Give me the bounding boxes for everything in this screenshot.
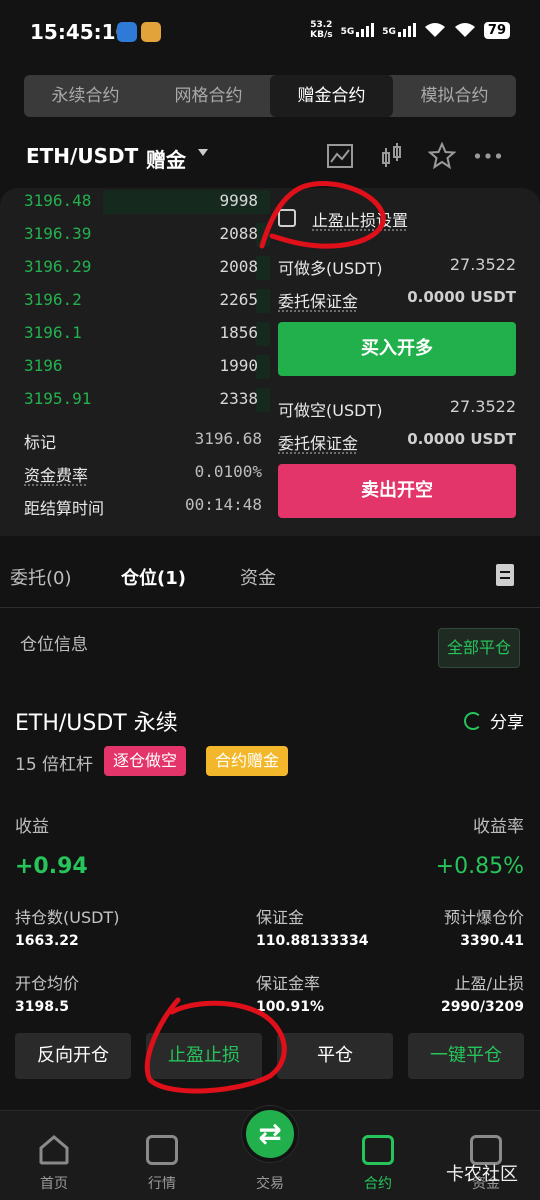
close-all-button[interactable]: 全部平仓 [438,628,520,668]
position-info-label: 仓位信息 [20,635,88,655]
tab-perpetual[interactable]: 永续合约 [24,75,147,117]
margin-value: 110.88133334 [256,933,369,949]
roe-value: +0.85% [435,854,524,879]
order-book-row[interactable]: 3196.2 2265 [0,285,270,317]
liq-price-value: 3390.41 [460,933,524,949]
depth-bar [256,256,270,280]
depth-bar [256,223,270,247]
net-speed: 53.2 KB/s [310,20,333,40]
depth-bar [256,322,270,346]
depth-bar [256,355,270,379]
status-bar: 15:45:10 53.2 KB/s 5G 5G 79 [0,0,540,66]
tp-sl-values-label: 止盈/止损 [454,974,524,993]
roe-label: 收益率 [473,817,524,837]
margin-label: 保证金 [256,908,305,927]
entry-price-value: 3198.5 [15,999,70,1015]
document-icon[interactable] [496,564,514,586]
candlestick-icon[interactable] [378,142,406,170]
pair-mode[interactable]: 赠金 [146,144,186,173]
quick-close-button[interactable]: 一键平仓 [408,1033,524,1079]
order-tabs: 委托(0) 仓位(1) 资金 [0,552,540,608]
contract-icon [362,1135,394,1165]
order-book-row[interactable]: 3196.39 2088 [0,219,270,251]
entry-price-label: 开仓均价 [15,974,80,993]
mode-tag: 逐仓做空 [104,746,187,776]
settlement-time-row: 距结算时间 00:14:48 [24,495,262,518]
pnl-label: 收益 [15,817,49,837]
funding-rate-row[interactable]: 资金费率 0.0100% [24,459,262,487]
star-icon[interactable] [428,142,456,170]
caret-down-icon[interactable] [198,149,208,156]
tp-sl-values: 2990/3209 [440,999,524,1015]
tp-sl-label[interactable]: 止盈止损设置 [312,207,408,231]
status-indicators: 53.2 KB/s 5G 5G 79 [310,20,510,40]
weibo-notification-icon [141,22,161,42]
order-book-row[interactable]: 3196.29 2008 [0,252,270,284]
long-available-row: 可做多(USDT) 27.3522 [278,255,516,278]
nav-funds[interactable]: 资金 [432,1111,540,1200]
tab-orders[interactable]: 委托(0) [10,564,72,590]
position-title: ETH/USDT 永续 [15,711,178,736]
size-value: 1663.22 [15,933,79,949]
pair-name[interactable]: ETH/USDT [26,144,138,168]
app-notification-icon [117,22,137,42]
more-icon[interactable] [474,142,502,170]
order-book-row[interactable]: 3196.48 9998 [0,186,270,218]
share-button[interactable]: 分享 [464,708,524,733]
tab-demo[interactable]: 模拟合约 [393,75,516,117]
leverage-label: 15 倍杠杆 [15,755,94,775]
contract-type-tabs: 永续合约 网格合约 赠金合约 模拟合约 [24,75,516,117]
chart-icon[interactable] [326,142,354,170]
share-icon [464,711,482,730]
battery-icon: 79 [483,21,510,39]
nav-market[interactable]: 行情 [108,1111,216,1200]
order-book-row[interactable]: 3196 1990 [0,351,270,383]
tp-sl-checkbox[interactable] [278,209,296,227]
tp-sl-button[interactable]: 止盈止损 [146,1033,262,1079]
tab-bonus[interactable]: 赠金合约 [270,75,393,117]
status-time: 15:45:10 [30,20,130,44]
tab-grid[interactable]: 网格合约 [147,75,270,117]
nav-contract[interactable]: 合约 [324,1111,432,1200]
tab-funds[interactable]: 资金 [240,564,276,590]
pair-header: ETH/USDT 赠金 [26,140,516,172]
pnl-value: +0.94 [15,854,88,879]
signal-icon: 5G [341,23,375,37]
short-available-row: 可做空(USDT) 27.3522 [278,397,516,420]
order-book-row[interactable]: 3196.1 1856 [0,318,270,350]
long-margin-row: 委托保证金 0.0000 USDT [278,288,516,311]
swap-icon[interactable]: ⇄ [242,1106,298,1162]
size-label: 持仓数(USDT) [15,908,120,927]
close-position-button[interactable]: 平仓 [277,1033,393,1079]
home-icon [39,1135,69,1165]
margin-ratio-value: 100.91% [256,999,325,1015]
order-book-row[interactable]: 3195.91 2338 [0,384,270,416]
reverse-open-button[interactable]: 反向开仓 [15,1033,131,1079]
market-icon [146,1135,178,1165]
depth-bar [256,388,270,412]
nav-home[interactable]: 首页 [0,1111,108,1200]
tab-positions[interactable]: 仓位(1) [121,564,186,590]
depth-bar [256,289,270,313]
bonus-tag: 合约赠金 [206,746,289,776]
watermark: 卡农社区 [446,1164,518,1185]
margin-ratio-label: 保证金率 [256,974,321,993]
mark-price-row: 标记 3196.68 [24,429,262,452]
sell-short-button[interactable]: 卖出开空 [278,464,516,518]
wifi-icon [424,23,445,37]
signal-icon-2: 5G [382,23,416,37]
liq-price-label: 预计爆仓价 [443,908,524,927]
buy-long-button[interactable]: 买入开多 [278,322,516,376]
short-margin-row: 委托保证金 0.0000 USDT [278,430,516,453]
wifi-icon-2 [454,23,475,37]
